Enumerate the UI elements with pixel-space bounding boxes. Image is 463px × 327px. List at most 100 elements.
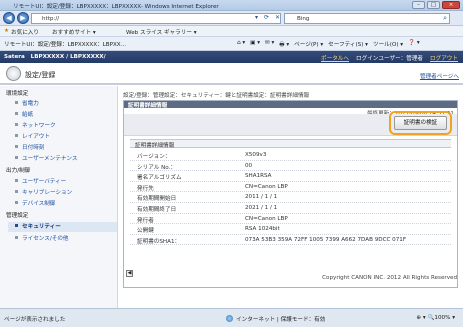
bullet-icon: [15, 200, 18, 204]
sidebar-item-paper[interactable]: 給紙: [15, 110, 33, 118]
bullet-icon: [15, 144, 18, 148]
sidebar-group-env: 環境設定: [6, 91, 29, 97]
copyright: Copyright CANON INC. 2012 All Rights Res…: [322, 275, 457, 281]
security-zone: インターネット | 保護モード：有効: [226, 315, 325, 323]
detail-table: バージョン： X509v3 シリアル No.： 00 署名アルゴリズム SHA1RSA…: [130, 150, 451, 246]
sidebar-item-license[interactable]: ライセンス/その他: [15, 234, 69, 242]
row-value: X509v3: [245, 152, 267, 158]
url-text: http://: [42, 16, 60, 22]
portal-link[interactable]: ポータルへ: [321, 54, 349, 62]
fav-item-webslice[interactable]: Web スライス ギャラリー ▾: [126, 28, 197, 36]
row-key: 発行先: [137, 185, 154, 192]
table-row: 発行者 CN=Canon LBP: [130, 214, 451, 225]
page-title: 設定/登録: [25, 71, 56, 79]
bullet-icon: [15, 111, 18, 115]
bullet-icon: [15, 155, 18, 159]
bullet-icon: [15, 223, 18, 227]
table-row: 発行先 CN=Canon LBP: [130, 182, 451, 193]
sidebar-item-maintenance[interactable]: ユーザーメンテナンス: [15, 154, 78, 162]
maximize-button[interactable]: □: [427, 1, 440, 9]
settings-icon: [6, 66, 21, 81]
search-placeholder: Bing: [297, 16, 310, 22]
print-icon[interactable]: 🖶 ▾: [279, 40, 289, 50]
sidebar-item-utility[interactable]: ユーザーバティー: [15, 177, 66, 185]
fav-item-recommended[interactable]: おすすめサイト ▾: [52, 28, 96, 36]
command-bar: リモートUI：設定/登録：LBPXXXXX：LBPXX... ⌂ ▾ ▣ ▾ ✉…: [0, 37, 463, 51]
verify-certificate-button[interactable]: 証明書の検証: [394, 116, 447, 130]
help-icon[interactable]: ❓ ▾: [408, 40, 420, 50]
back-to-top-icon[interactable]: ◀: [126, 270, 133, 277]
bullet-icon: [15, 189, 18, 193]
tools-menu[interactable]: ツール(O) ▾: [373, 40, 403, 50]
sidebar-group-output: 出力/制御: [6, 168, 31, 174]
panel-header: 証明書詳細情報: [124, 101, 457, 109]
forward-icon[interactable]: ▶: [17, 12, 29, 24]
page-menu[interactable]: ページ(P) ▾: [294, 40, 323, 50]
table-row: 証明書のSHA1： 073A 53B3 359A 72FF 1005 7399 A…: [130, 235, 451, 246]
sidebar-item-security[interactable]: セキュリティー: [8, 222, 117, 232]
window-title: リモートUI：設定/登録：LBPXXXXX：LBPXXXXX- Windows …: [13, 4, 219, 10]
row-value: RSA 1024bit: [245, 226, 280, 233]
main-content: 設定/登録：管理設定：セキュリティー：鍵と証明書設定：証明書詳細情報 証明書詳細…: [119, 86, 463, 308]
bullet-icon: [15, 235, 18, 239]
star-icon[interactable]: ★: [4, 28, 9, 34]
row-value: SHA1RSA: [245, 173, 272, 180]
login-user: ログインユーザー：管理者: [356, 56, 424, 62]
row-key: 署名アルゴリズム: [137, 175, 182, 182]
back-icon[interactable]: ◀: [3, 12, 15, 24]
row-key: 有効期間開始日: [137, 196, 177, 203]
sidebar-item-device-control[interactable]: デバイス制御: [15, 199, 55, 207]
table-row: 有効期間終了日 2021 / 1 / 1: [130, 203, 451, 214]
status-text: ページが表示されました: [4, 317, 66, 323]
row-key: 有効期間終了日: [137, 206, 177, 213]
address-bar[interactable]: http://: [31, 13, 281, 24]
admin-page-link[interactable]: 管理者ページへ: [420, 72, 459, 80]
logout-link[interactable]: ログアウト: [430, 54, 458, 62]
app-brand: Satera LBPXXXXX / LBPXXXXX/: [4, 54, 106, 60]
detail-section-title: 証明書詳細情報: [130, 139, 451, 149]
zoom-control[interactable]: ⊕ ▾ 🔍100% ▾: [416, 315, 455, 321]
feeds-icon[interactable]: ▣ ▾: [250, 40, 260, 50]
close-button[interactable]: ×: [442, 1, 460, 9]
row-value: 073A 53B3 359A 72FF 1005 7399 A662 7DAB …: [245, 236, 407, 243]
bullet-icon: [15, 178, 18, 182]
row-key: シリアル No.：: [137, 164, 176, 171]
search-input[interactable]: Bing ⌕: [284, 13, 450, 24]
refresh-icon[interactable]: ⟳: [264, 14, 269, 21]
minimize-button[interactable]: –: [412, 1, 425, 9]
sidebar-item-datetime[interactable]: 日付時刻: [15, 143, 44, 151]
row-value: CN=Canon LBP: [245, 215, 288, 222]
status-bar: ページが表示されました インターネット | 保護モード：有効 ⊕ ▾ 🔍100%…: [0, 308, 463, 327]
table-row: 署名アルゴリズム SHA1RSA: [130, 171, 451, 182]
row-value: 00: [245, 162, 253, 169]
favorites-button[interactable]: お気に入り: [11, 28, 39, 36]
table-row: シリアル No.： 00: [130, 161, 451, 172]
table-row: 有効期間開始日 2011 / 1 / 1: [130, 192, 451, 203]
panel-toolbar: 証明書の検証: [124, 111, 457, 136]
mail-icon[interactable]: ✉ ▾: [265, 40, 274, 50]
safety-menu[interactable]: セーフティ(S) ▾: [328, 40, 368, 50]
search-icon[interactable]: ⌕: [443, 14, 447, 23]
breadcrumb: 設定/登録：管理設定：セキュリティー：鍵と証明書設定：証明書詳細情報: [123, 93, 310, 99]
stop-icon[interactable]: ✕: [275, 14, 280, 21]
sidebar-item-calibration[interactable]: キャリブレーション: [15, 188, 72, 196]
dropdown-icon[interactable]: ▾: [255, 14, 258, 21]
device-name: LBPXXXXX / LBPXXXXX/: [30, 54, 106, 60]
sidebar-item-network[interactable]: ネットワーク: [15, 121, 56, 129]
home-icon[interactable]: ⌂ ▾: [237, 40, 245, 50]
row-value: CN=Canon LBP: [245, 183, 288, 190]
address-toolbar: ◀ ▶ http:// ▾ ⟳ ✕ Bing ⌕: [0, 11, 463, 26]
bullet-icon: [15, 100, 18, 104]
sidebar-item-layout[interactable]: レイアウト: [15, 132, 50, 140]
row-key: 証明書のSHA1：: [137, 238, 181, 245]
panel-title: 証明書詳細情報: [128, 103, 168, 109]
sidebar-item-power[interactable]: 省電力: [15, 99, 39, 107]
table-row: 公開鍵 RSA 1024bit: [130, 224, 451, 235]
detail-title-text: 証明書詳細情報: [135, 143, 175, 149]
window-titlebar: リモートUI：設定/登録：LBPXXXXX：LBPXXXXX- Windows …: [0, 0, 463, 11]
bullet-icon: [15, 133, 18, 137]
table-row: バージョン： X509v3: [130, 150, 451, 161]
page-header: 設定/登録 管理者ページへ: [0, 63, 463, 85]
browser-tab[interactable]: リモートUI：設定/登録：LBPXXXXX：LBPXX...: [0, 38, 130, 51]
row-value: 2011 / 1 / 1: [245, 194, 278, 201]
